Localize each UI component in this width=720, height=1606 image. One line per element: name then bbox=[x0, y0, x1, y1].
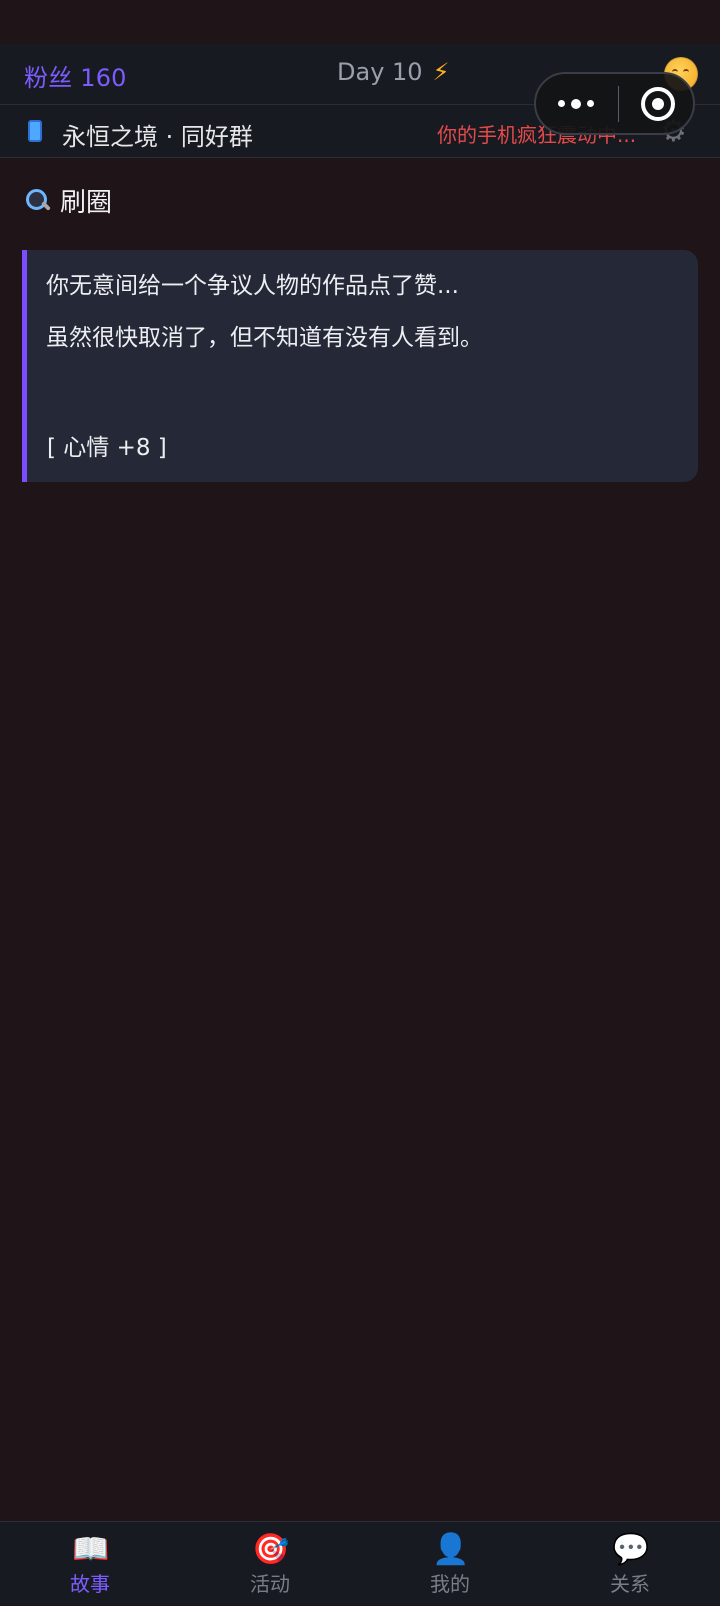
group-title: 永恒之境 · 同好群 bbox=[62, 123, 253, 151]
tab-relations[interactable]: 💬 关系 bbox=[540, 1522, 720, 1606]
story-line: 你无意间给一个争议人物的作品点了赞... bbox=[46, 273, 459, 299]
story-card: 你无意间给一个争议人物的作品点了赞... 虽然很快取消了，但不知道有没有人看到。… bbox=[22, 250, 698, 482]
tab-activity[interactable]: 🎯 活动 bbox=[180, 1522, 360, 1606]
tab-label: 活动 bbox=[250, 1572, 290, 1596]
bottom-tab-bar: 📖 故事 🎯 活动 👤 我的 💬 关系 bbox=[0, 1521, 720, 1605]
more-dots-icon[interactable] bbox=[558, 98, 594, 109]
mini-program-capsule bbox=[534, 72, 695, 135]
dartboard-icon: 🎯 bbox=[252, 1532, 290, 1567]
fans-count: 粉丝 160 bbox=[24, 64, 127, 92]
section-header: 刷圈 bbox=[24, 182, 112, 219]
lightning-icon: ⚡ bbox=[432, 58, 450, 86]
day-indicator: Day 10 ⚡ bbox=[337, 58, 449, 86]
capsule-divider bbox=[618, 85, 619, 122]
tab-label: 我的 bbox=[430, 1572, 470, 1596]
mood-effect: [ 心情 +8 ] bbox=[47, 435, 167, 461]
chat-bubble-icon: 💬 bbox=[612, 1532, 650, 1567]
book-icon: 📖 bbox=[72, 1532, 110, 1567]
story-line: 虽然很快取消了，但不知道有没有人看到。 bbox=[46, 325, 483, 351]
person-icon: 👤 bbox=[432, 1532, 470, 1567]
section-title: 刷圈 bbox=[60, 188, 113, 218]
target-ring-icon[interactable] bbox=[641, 86, 675, 121]
status-area bbox=[0, 0, 720, 44]
tab-story[interactable]: 📖 故事 bbox=[0, 1522, 180, 1606]
search-icon bbox=[24, 187, 52, 215]
day-label: Day 10 bbox=[337, 58, 423, 86]
phone-icon bbox=[28, 120, 42, 142]
tab-label: 关系 bbox=[610, 1572, 650, 1596]
tab-label: 故事 bbox=[70, 1572, 110, 1596]
tab-mine[interactable]: 👤 我的 bbox=[360, 1522, 540, 1606]
